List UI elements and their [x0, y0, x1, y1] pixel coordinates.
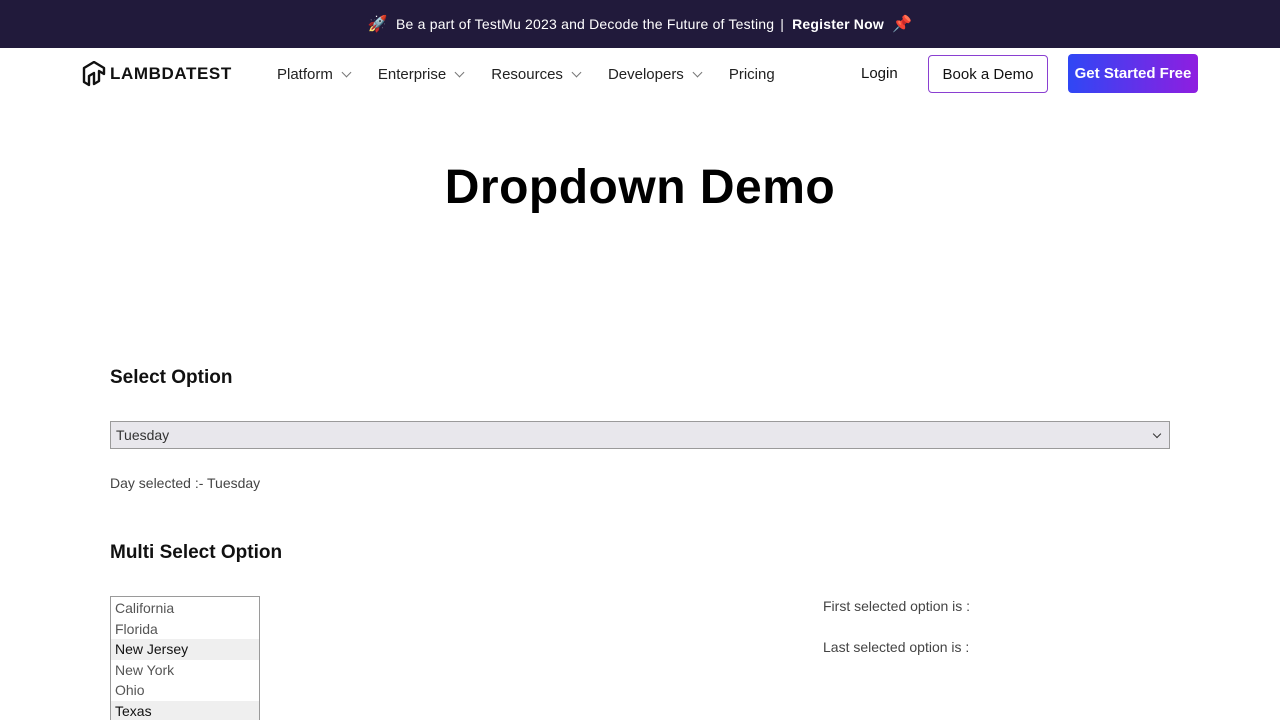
- page-title: Dropdown Demo: [444, 161, 836, 214]
- lambdatest-logo[interactable]: LAMBDATEST: [82, 60, 232, 88]
- menu-item-enterprise[interactable]: Enterprise: [377, 65, 465, 83]
- menu-item-developers[interactable]: Developers: [607, 65, 703, 83]
- lambdatest-logo-icon: [82, 60, 106, 86]
- select-option-heading: Select Option: [110, 367, 233, 388]
- menu-item-platform[interactable]: Platform: [277, 65, 352, 83]
- menu-item-label: Enterprise: [377, 65, 447, 83]
- menu-item-label: Developers: [607, 65, 684, 83]
- multi-select-option[interactable]: California: [111, 598, 259, 619]
- login-link[interactable]: Login: [861, 62, 898, 86]
- rocket-icon: 🚀: [367, 16, 389, 33]
- chevron-down-icon: [571, 67, 582, 77]
- announcement-separator: |: [780, 16, 785, 32]
- menu-item-resources[interactable]: Resources: [491, 65, 582, 83]
- menu-item-label: Pricing: [728, 65, 775, 83]
- last-selected-label: Last selected option is :: [823, 639, 970, 655]
- announcement-bar: 🚀 Be a part of TestMu 2023 and Decode th…: [0, 0, 1280, 48]
- menu-item-label: Platform: [277, 65, 333, 83]
- chevron-down-icon: [341, 67, 352, 77]
- announcement-text: Be a part of TestMu 2023 and Decode the …: [396, 16, 775, 32]
- multi-select-option[interactable]: New Jersey: [111, 639, 259, 660]
- register-now-link[interactable]: Register Now: [792, 16, 884, 32]
- multi-select-option[interactable]: Florida: [111, 619, 259, 640]
- logo-text: LAMBDATEST: [110, 64, 232, 83]
- multi-select-option[interactable]: Ohio: [111, 680, 259, 701]
- day-select-value: Tuesday: [116, 427, 170, 443]
- chevron-down-icon: [1152, 429, 1162, 438]
- multi-select-option[interactable]: Texas: [111, 700, 259, 720]
- menu-item-pricing[interactable]: Pricing: [729, 66, 775, 83]
- menu-item-label: Resources: [491, 65, 563, 83]
- day-select-dropdown[interactable]: Tuesday: [110, 421, 1170, 449]
- pushpin-icon: 📌: [891, 16, 913, 33]
- day-selected-result: Day selected :- Tuesday: [110, 475, 261, 491]
- main-menu: Platform Enterprise Resources Developers…: [277, 62, 803, 86]
- states-multi-select[interactable]: California Florida New Jersey New York O…: [110, 596, 260, 720]
- first-selected-label: First selected option is :: [823, 598, 971, 614]
- chevron-down-icon: [454, 67, 465, 77]
- chevron-down-icon: [692, 67, 703, 77]
- multi-select-heading: Multi Select Option: [110, 542, 283, 563]
- top-navigation: LAMBDATEST Platform Enterprise Resources…: [0, 48, 1280, 100]
- book-demo-button[interactable]: Book a Demo: [928, 55, 1048, 93]
- multi-select-option[interactable]: New York: [111, 660, 259, 681]
- get-started-free-button[interactable]: Get Started Free: [1068, 54, 1198, 93]
